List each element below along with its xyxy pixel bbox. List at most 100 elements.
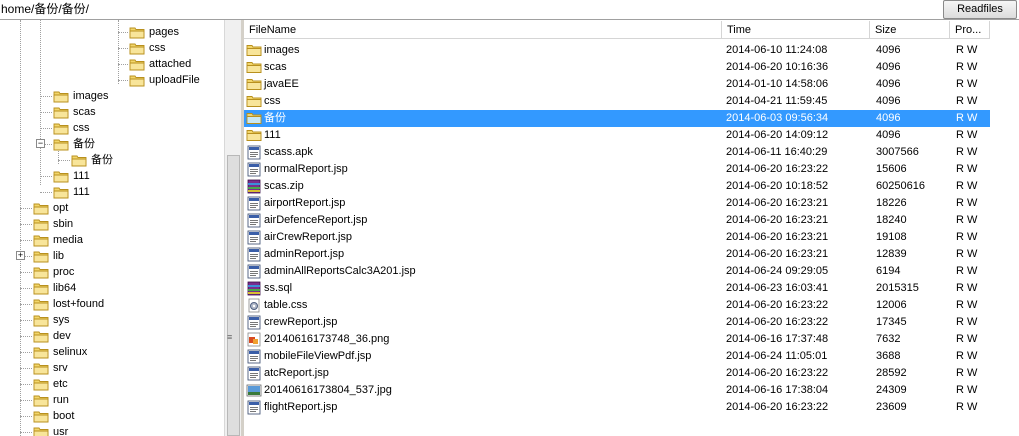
- path-input[interactable]: home/备份/备份/: [0, 0, 89, 19]
- file-name: css: [264, 95, 281, 107]
- tree-connector-line: [20, 224, 32, 225]
- file-row[interactable]: images 2014-06-10 11:24:08 4096 R W: [244, 42, 1019, 59]
- file-row[interactable]: normalReport.jsp 2014-06-20 16:23:22 15606…: [244, 161, 1019, 178]
- file-properties: R W: [956, 129, 978, 141]
- file-row[interactable]: flightReport.jsp 2014-06-20 16:23:22 23609…: [244, 399, 1019, 416]
- tree-connector-line: [40, 20, 41, 185]
- tree-connector-line: [40, 96, 52, 97]
- column-header-time[interactable]: Time: [722, 21, 870, 39]
- folder-icon: [246, 111, 262, 126]
- tree-item-label: media: [53, 234, 83, 246]
- file-row[interactable]: airportReport.jsp 2014-06-20 16:23:21 1822…: [244, 195, 1019, 212]
- file-row[interactable]: airDefenceReport.jsp 2014-06-20 16:23:21 1…: [244, 212, 1019, 229]
- file-row[interactable]: crewReport.jsp 2014-06-20 16:23:22 17345 R …: [244, 314, 1019, 331]
- tree-item-label: run: [53, 394, 69, 406]
- column-header-filename[interactable]: FileName: [244, 21, 722, 39]
- file-row[interactable]: scass.apk 2014-06-11 16:40:29 3007566 R W: [244, 144, 1019, 161]
- file-size: 12006: [876, 299, 907, 311]
- expand-icon[interactable]: +: [16, 251, 25, 260]
- file-time: 2014-06-20 16:23:21: [726, 231, 829, 243]
- file-size: 23609: [876, 401, 907, 413]
- tree-item-label: opt: [53, 202, 69, 214]
- file-time: 2014-06-20 16:23:21: [726, 197, 829, 209]
- column-header-properties[interactable]: Pro...: [950, 21, 990, 39]
- collapse-icon[interactable]: −: [36, 139, 45, 148]
- file-name: airCrewReport.jsp: [264, 231, 353, 243]
- folder-icon: [32, 426, 50, 436]
- tree-item-label: css: [149, 42, 166, 54]
- readfiles-button[interactable]: Readfiles: [943, 0, 1017, 19]
- file-row[interactable]: javaEE 2014-01-10 14:58:06 4096 R W: [244, 76, 1019, 93]
- tree-connector-line: [20, 400, 32, 401]
- file-list: FileName Time Size Pro... images 2014-06-…: [244, 20, 1019, 436]
- file-time: 2014-06-20 16:23:22: [726, 299, 829, 311]
- file-row[interactable]: scas.zip 2014-06-20 10:18:52 60250616 R W: [244, 178, 1019, 195]
- folder-icon: [246, 94, 262, 109]
- tree-scrollbar-thumb[interactable]: [227, 155, 240, 436]
- file-time: 2014-06-11 16:40:29: [726, 146, 828, 158]
- splitter-grip-icon[interactable]: ≡: [227, 333, 237, 342]
- file-name: 20140616173748_36.png: [264, 333, 390, 345]
- file-time: 2014-06-24 11:05:01: [726, 350, 828, 362]
- file-name: crewReport.jsp: [264, 316, 338, 328]
- file-size: 4096: [876, 78, 901, 90]
- document-icon: [246, 196, 262, 211]
- file-row[interactable]: mobileFileViewPdf.jsp 2014-06-24 11:05:01…: [244, 348, 1019, 365]
- file-row[interactable]: css 2014-04-21 11:59:45 4096 R W: [244, 93, 1019, 110]
- column-header-size[interactable]: Size: [870, 21, 950, 39]
- file-name: 备份: [264, 112, 286, 124]
- tree-item-label: proc: [53, 266, 75, 278]
- file-row[interactable]: table.css 2014-06-20 16:23:22 12006 R W: [244, 297, 1019, 314]
- tree-connector-line: [20, 384, 32, 385]
- tree-scrollbar[interactable]: [224, 20, 241, 436]
- file-properties: R W: [956, 95, 978, 107]
- tree-connector-line: [118, 32, 128, 33]
- file-row[interactable]: ss.sql 2014-06-23 16:03:41 2015315 R W: [244, 280, 1019, 297]
- tree-item-label: 备份: [91, 154, 113, 166]
- file-row[interactable]: atcReport.jsp 2014-06-20 16:23:22 28592 R W: [244, 365, 1019, 382]
- file-name: airDefenceReport.jsp: [264, 214, 368, 226]
- tree-connector-line: [20, 272, 32, 273]
- file-name: scas.zip: [264, 180, 304, 192]
- tree-connector-line: [20, 240, 32, 241]
- file-time: 2014-06-20 16:23:22: [726, 316, 829, 328]
- file-row[interactable]: airCrewReport.jsp 2014-06-20 16:23:21 1910…: [244, 229, 1019, 246]
- file-row[interactable]: adminReport.jsp 2014-06-20 16:23:21 12839 R…: [244, 246, 1019, 263]
- file-properties: R W: [956, 146, 978, 158]
- folder-icon: [246, 43, 262, 58]
- tree-connector-line: [40, 176, 52, 177]
- file-time: 2014-06-20 16:23:21: [726, 214, 829, 226]
- file-name: 20140616173804_537.jpg: [264, 384, 392, 396]
- tree-item-label: sbin: [53, 218, 74, 230]
- file-size: 28592: [876, 367, 907, 379]
- tree-connector-line: [20, 352, 32, 353]
- tree-item-label: sys: [53, 314, 70, 326]
- file-row[interactable]: 20140616173804_537.jpg 2014-06-16 17:38:0…: [244, 382, 1019, 399]
- file-row[interactable]: adminAllReportsCalc3A201.jsp 2014-06-24 0…: [244, 263, 1019, 280]
- file-time: 2014-06-20 16:23:22: [726, 401, 829, 413]
- tree-item-label: lib64: [53, 282, 77, 294]
- file-row[interactable]: scas 2014-06-20 10:16:36 4096 R W: [244, 59, 1019, 76]
- file-properties: R W: [956, 401, 978, 413]
- document-icon: [246, 247, 262, 262]
- file-row[interactable]: 111 2014-06-20 14:09:12 4096 R W: [244, 127, 1019, 144]
- file-size: 24309: [876, 384, 907, 396]
- file-row[interactable]: 备份 2014-06-03 09:56:34 4096 R W: [244, 110, 1019, 127]
- tree-connector-line: [20, 20, 21, 436]
- tree-item-label: uploadFile: [149, 74, 200, 86]
- tree-item-label: lib: [53, 250, 65, 262]
- file-size: 4096: [876, 44, 901, 56]
- file-properties: R W: [956, 350, 978, 362]
- folder-icon: [246, 128, 262, 143]
- document-icon: [246, 230, 262, 245]
- file-properties: R W: [956, 112, 978, 124]
- file-time: 2014-06-20 16:23:22: [726, 367, 829, 379]
- file-name: adminReport.jsp: [264, 248, 345, 260]
- file-row[interactable]: 20140616173748_36.png 2014-06-16 17:37:48…: [244, 331, 1019, 348]
- file-properties: R W: [956, 214, 978, 226]
- file-name: table.css: [264, 299, 308, 311]
- file-list-header: FileName Time Size Pro...: [244, 21, 1019, 39]
- file-properties: R W: [956, 248, 978, 260]
- file-name: mobileFileViewPdf.jsp: [264, 350, 372, 362]
- file-properties: R W: [956, 265, 978, 277]
